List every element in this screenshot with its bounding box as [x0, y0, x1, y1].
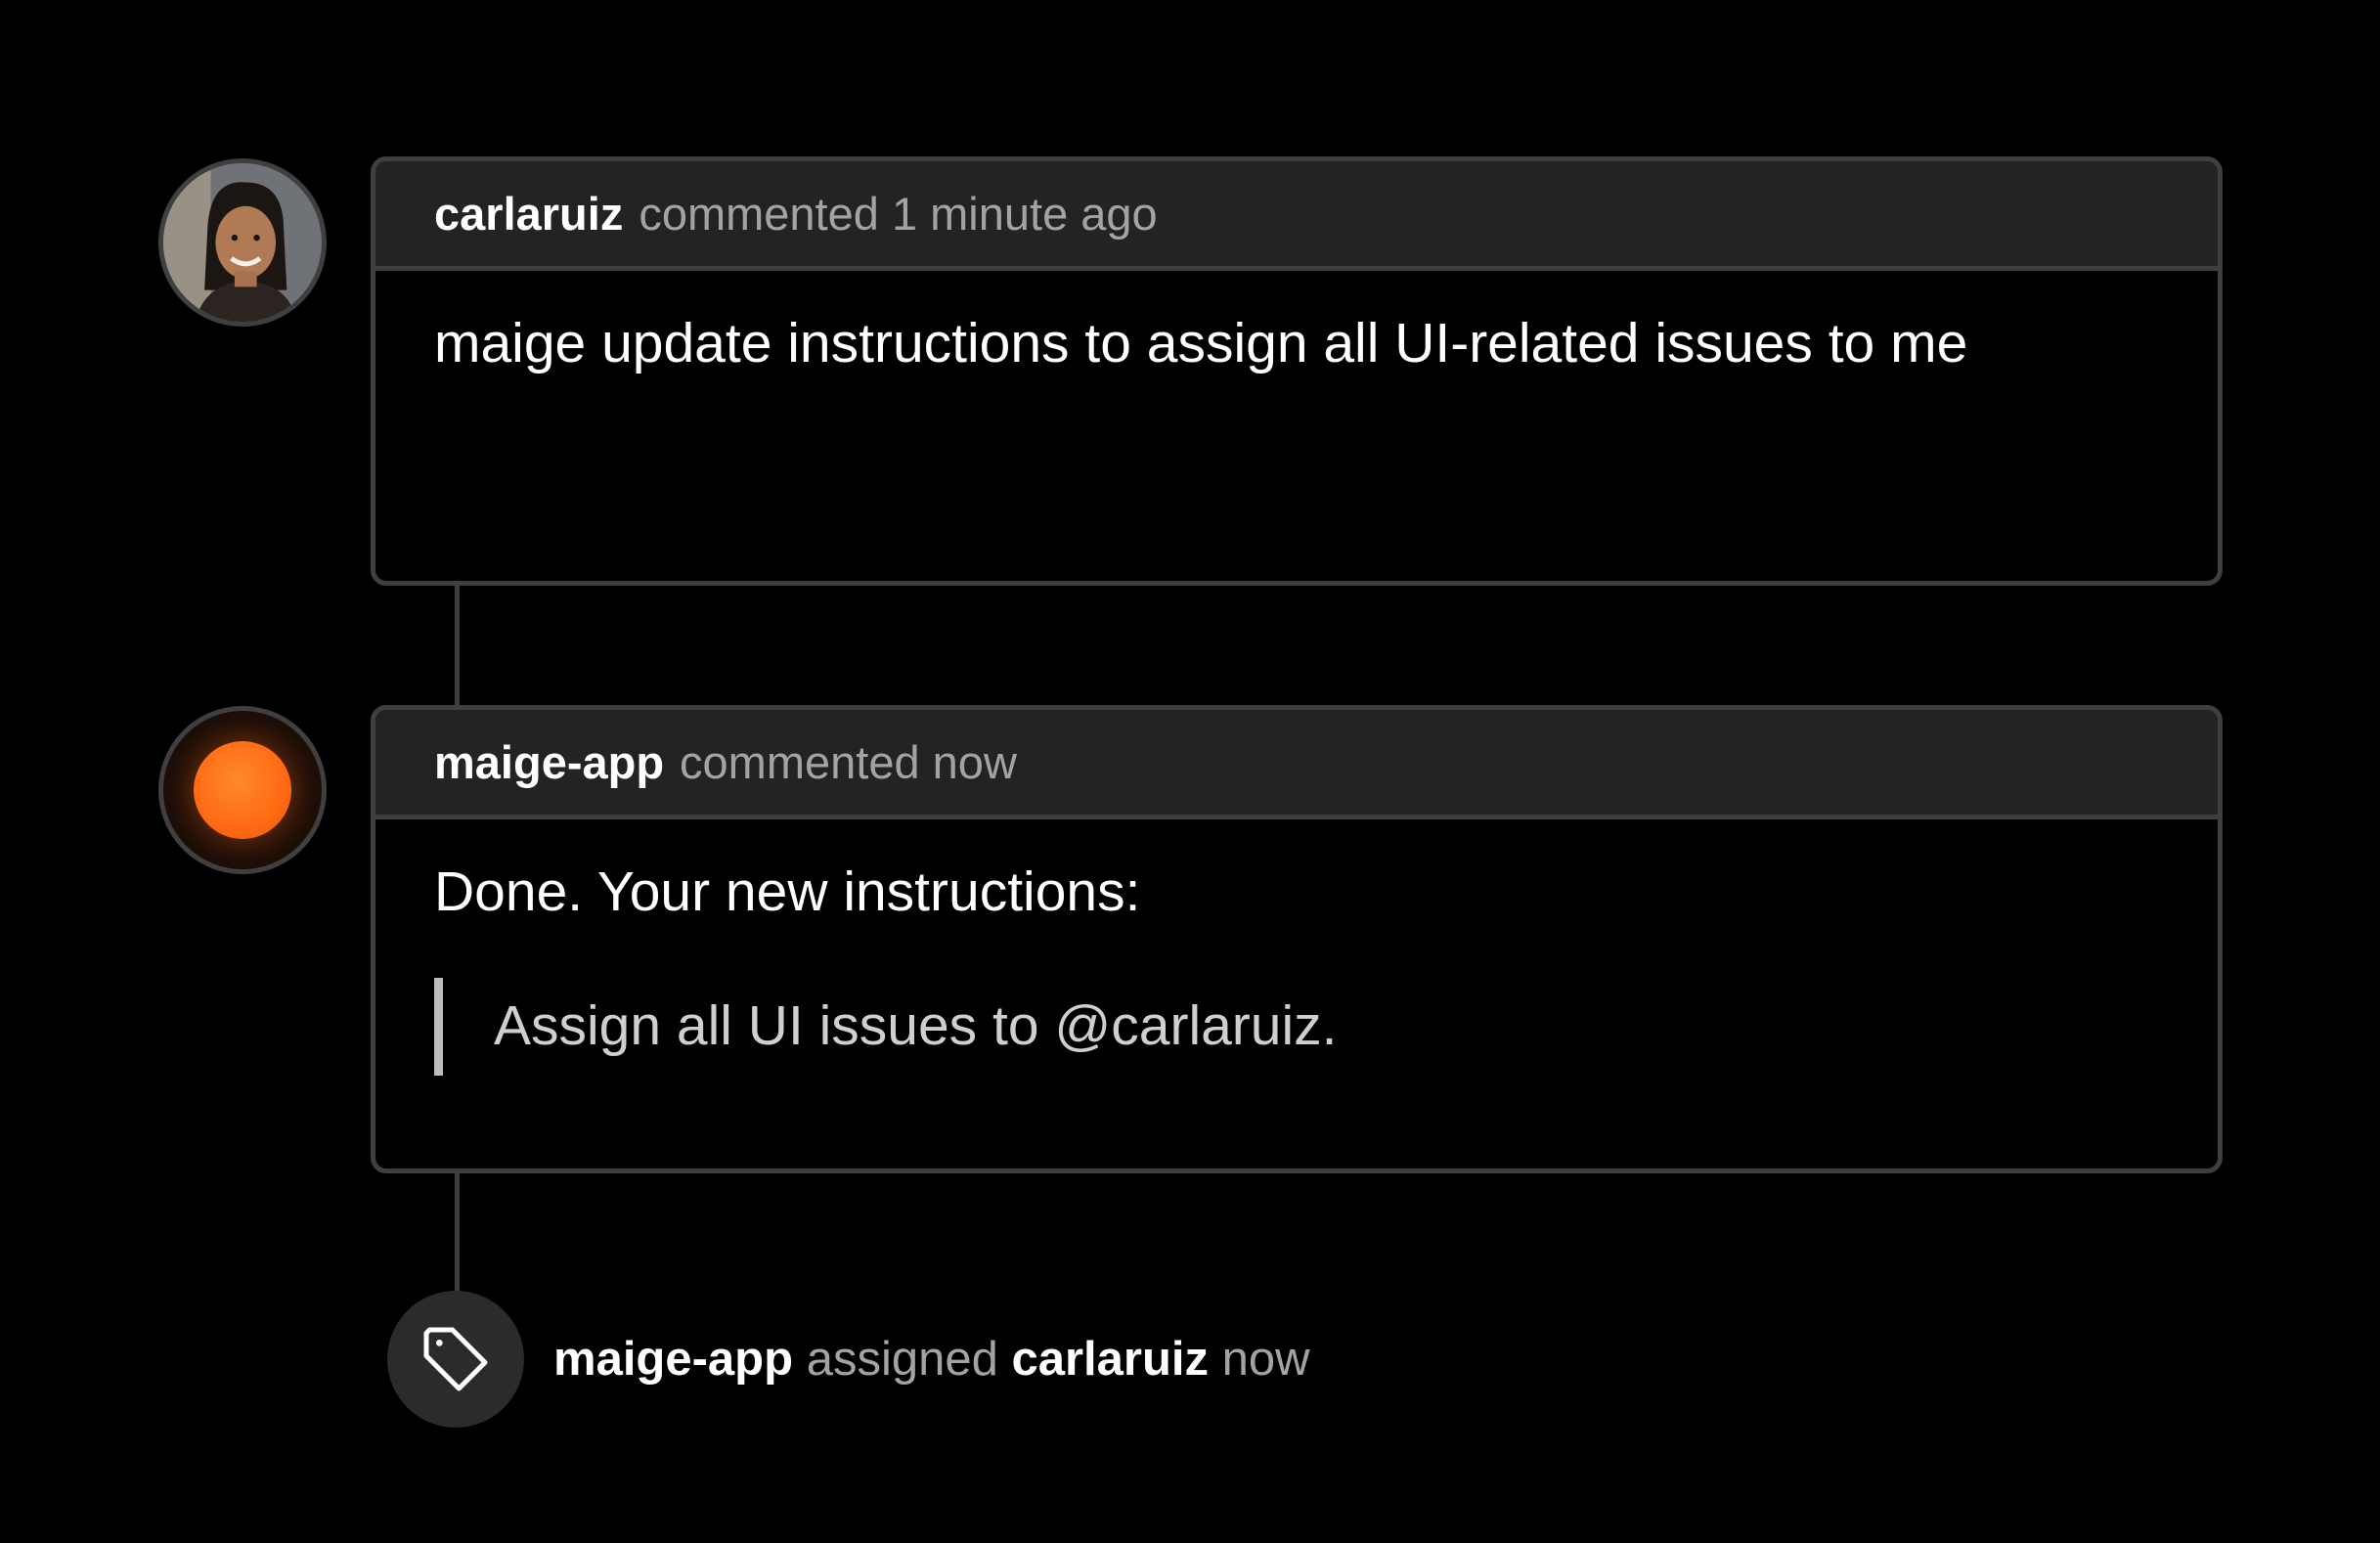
comment-author[interactable]: carlaruiz — [434, 187, 623, 241]
comment-header: carlaruiz commented 1 minute ago — [375, 161, 2218, 271]
event-badge — [387, 1291, 524, 1428]
comment-author[interactable]: maige-app — [434, 735, 664, 789]
timeline-connector — [455, 1173, 460, 1293]
event-target[interactable]: carlaruiz — [1011, 1333, 1209, 1386]
user-photo-icon — [163, 163, 322, 322]
comment-card: maige-app commented now Done. Your new i… — [371, 705, 2223, 1173]
tag-icon — [423, 1327, 488, 1391]
comment-header: maige-app commented now — [375, 710, 2218, 819]
comment-timestamp: commented 1 minute ago — [639, 188, 1158, 240]
comment-timestamp: commented now — [680, 736, 1017, 788]
blockquote-text: Assign all UI issues to @carlaruiz. — [494, 993, 1338, 1057]
comment-body: maige update instructions to assign all … — [375, 271, 2218, 376]
event-action: assigned — [806, 1333, 998, 1386]
timeline-connector — [455, 586, 460, 705]
comment-text: Done. Your new instructions: — [434, 860, 1141, 923]
avatar-carlaruiz[interactable] — [158, 158, 327, 327]
comment-text: maige update instructions to assign all … — [434, 312, 1968, 375]
comment-card: carlaruiz commented 1 minute ago maige u… — [371, 156, 2223, 586]
avatar-maige-app[interactable] — [158, 706, 327, 874]
orange-dot-icon — [194, 741, 291, 839]
event-time: now — [1221, 1333, 1310, 1386]
instructions-blockquote: Assign all UI issues to @carlaruiz. — [434, 977, 2159, 1076]
assignment-event: maige-app assigned carlaruiz now — [553, 1330, 1310, 1389]
event-actor[interactable]: maige-app — [553, 1333, 793, 1386]
comment-body: Done. Your new instructions: Assign all … — [375, 819, 2218, 1076]
